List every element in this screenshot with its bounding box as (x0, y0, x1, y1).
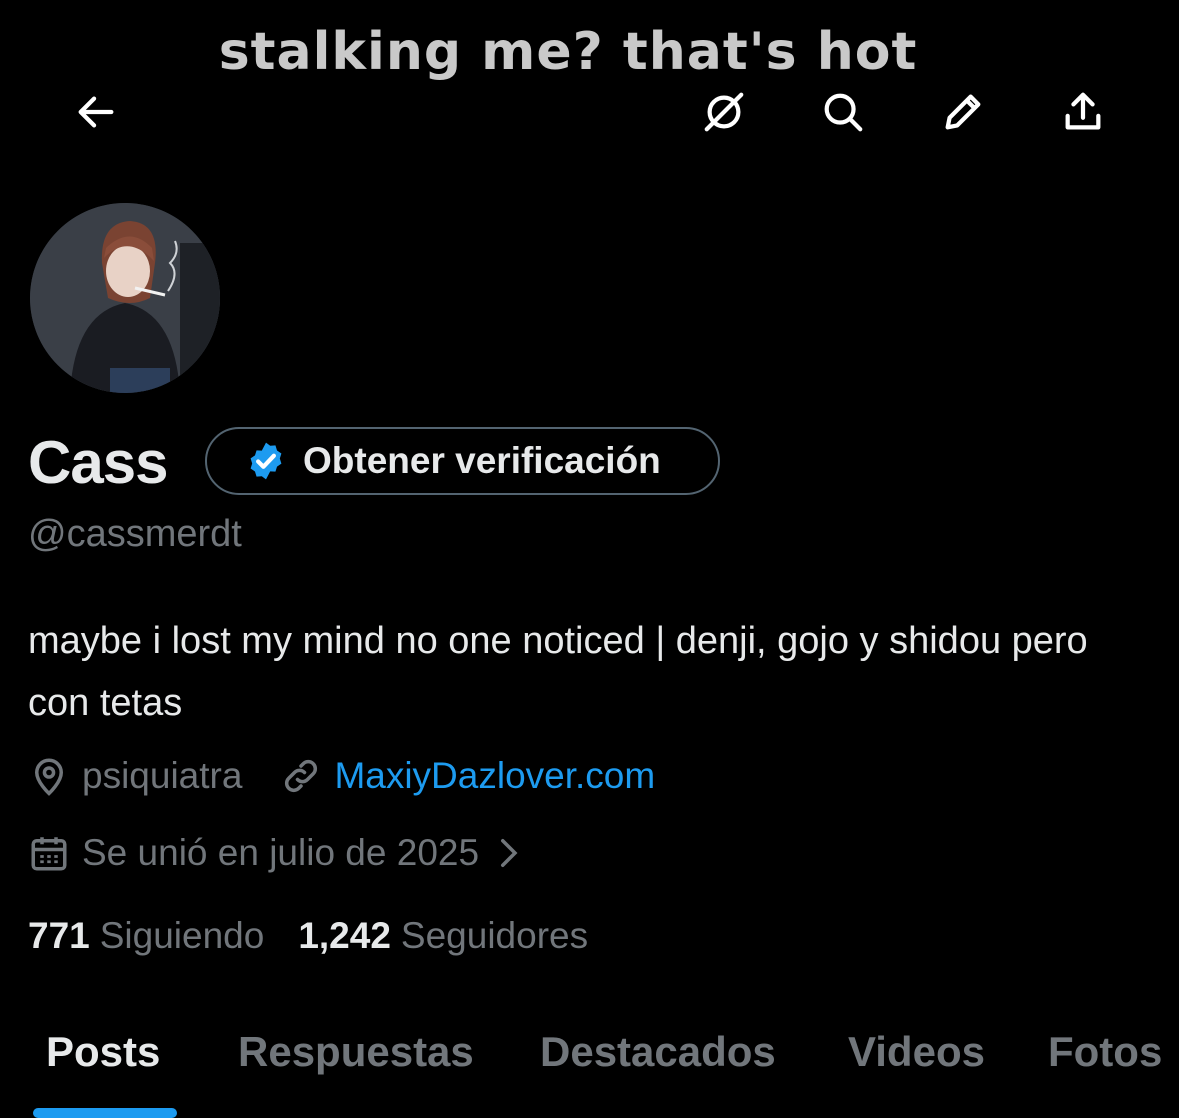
get-verified-button[interactable]: Obtener verificación (205, 427, 720, 495)
followers-count: 1,242 (298, 915, 391, 956)
followers-label: Seguidores (400, 915, 589, 956)
grok-button[interactable] (692, 80, 756, 144)
edit-icon (945, 94, 981, 130)
edit-button[interactable] (931, 80, 995, 144)
profile-joined-date: Se unió en julio de 2025 (82, 832, 480, 873)
share-icon (1065, 92, 1101, 130)
profile-stats: 771 Siguiendo 1,242 Seguidores (28, 915, 588, 957)
verified-badge-icon (250, 442, 282, 480)
active-tab-indicator (33, 1108, 177, 1118)
profile-banner-text: stalking me? that's hot (218, 22, 918, 82)
tab-posts[interactable]: Posts (46, 1028, 160, 1076)
profile-location: psiquiatra (82, 755, 243, 796)
grok-icon (704, 92, 744, 132)
tab-destacados[interactable]: Destacados (540, 1028, 776, 1076)
profile-joined-row[interactable]: Se unió en julio de 2025 (28, 832, 529, 874)
tab-videos[interactable]: Videos (848, 1028, 985, 1076)
location-pin-icon (34, 758, 64, 796)
chevron-right-icon (501, 839, 518, 867)
following-count: 771 (28, 915, 90, 956)
profile-website-link[interactable]: MaxiyDazlover.com (334, 755, 655, 797)
profile-avatar[interactable] (27, 200, 223, 396)
tab-respuestas[interactable]: Respuestas (238, 1028, 474, 1076)
arrow-left-icon (78, 96, 114, 128)
profile-handle: @cassmerdt (28, 513, 242, 555)
search-button[interactable] (811, 80, 875, 144)
back-button[interactable] (64, 80, 128, 144)
following-label: Siguiendo (99, 915, 265, 956)
profile-bio: maybe i lost my mind no one noticed | de… (28, 620, 1088, 724)
tab-fotos[interactable]: Fotos (1048, 1028, 1162, 1076)
search-icon (824, 93, 863, 132)
link-icon (285, 759, 318, 793)
avatar-illustration (30, 203, 220, 393)
followers-link[interactable]: 1,242 Seguidores (298, 915, 588, 957)
profile-tabs: Posts Respuestas Destacados Videos Fotos (0, 1022, 1179, 1118)
get-verified-label: Obtener verificación (303, 440, 661, 481)
profile-meta-row: psiquiatra MaxiyDazlover.com (28, 755, 655, 797)
profile-name: Cass (28, 429, 168, 496)
following-link[interactable]: 771 Siguiendo (28, 915, 264, 957)
share-button[interactable] (1051, 80, 1115, 144)
calendar-icon (31, 837, 67, 871)
